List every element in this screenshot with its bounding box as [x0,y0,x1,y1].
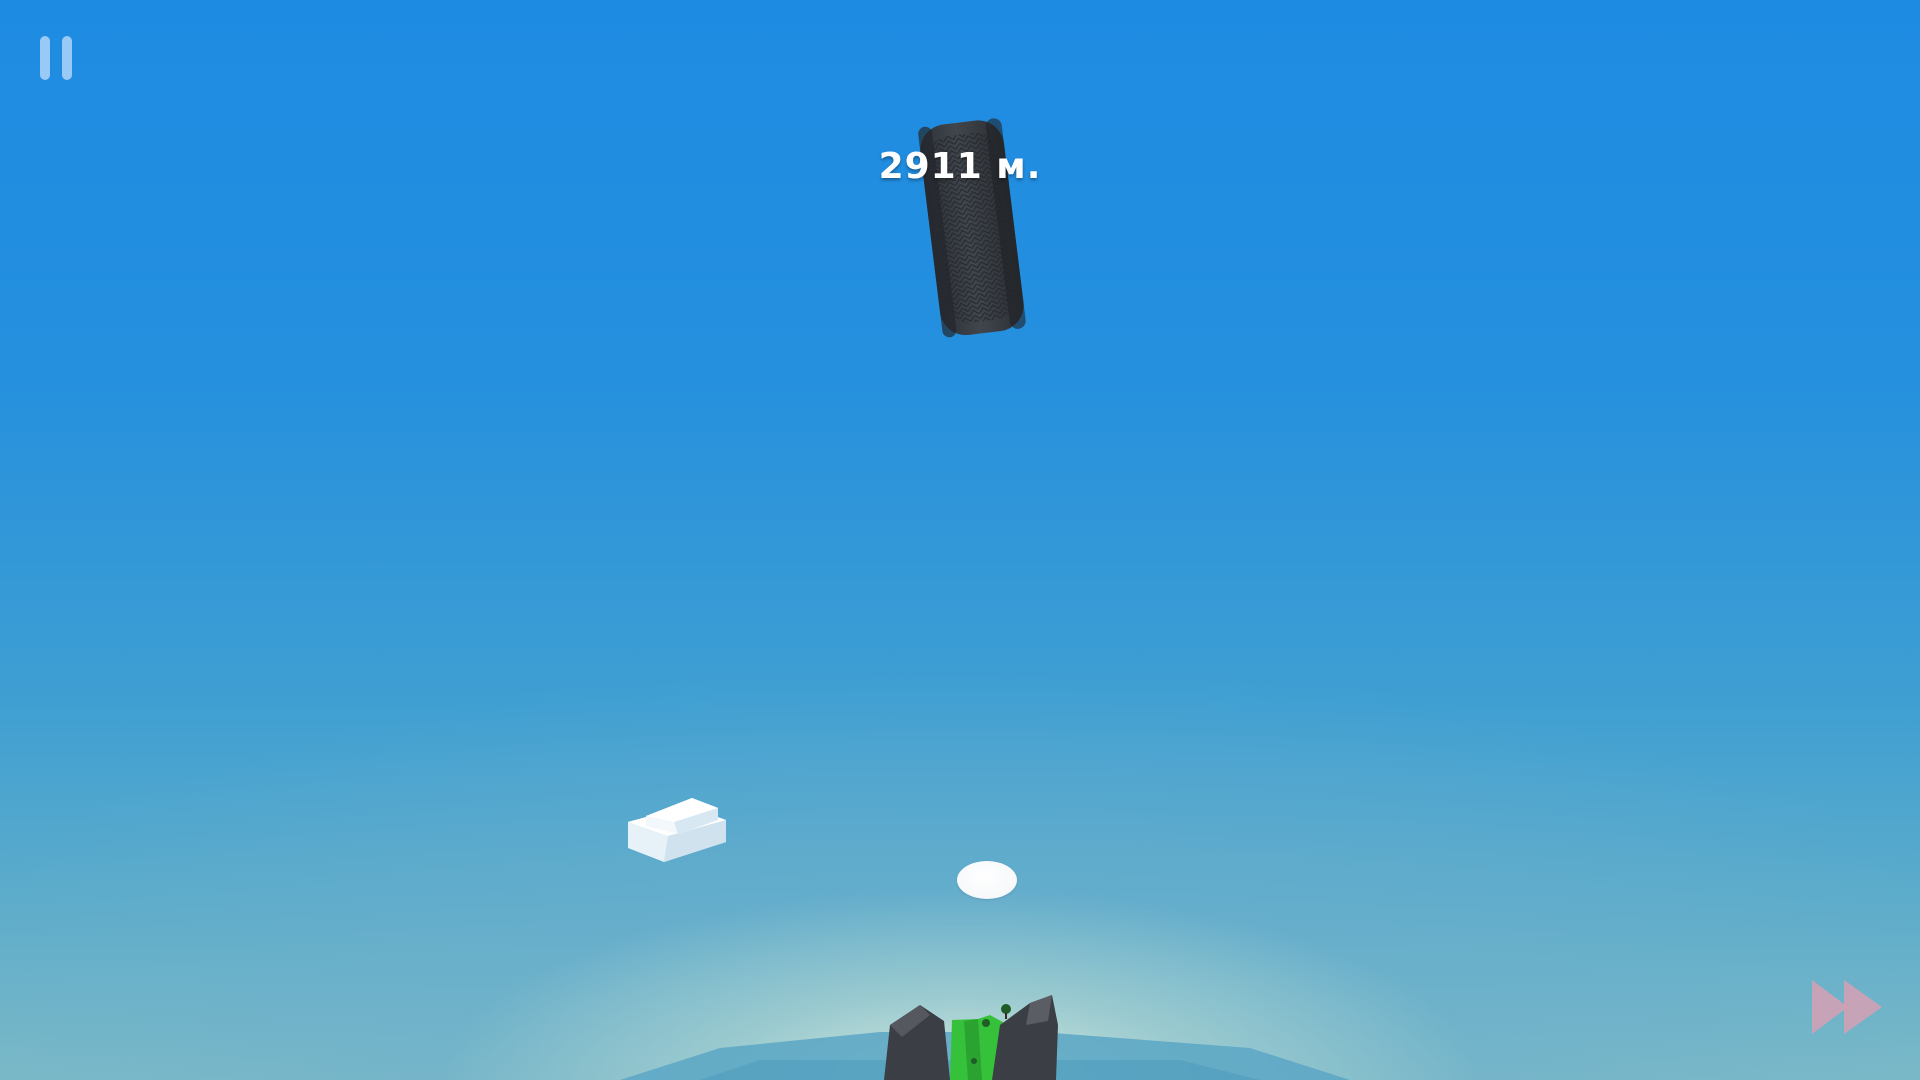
egg-object [957,861,1017,899]
game-scene[interactable]: 2911 м. [0,0,1920,1080]
distance-counter: 2911 м. [878,146,1042,187]
fast-forward-button[interactable] [1808,976,1888,1038]
pause-button[interactable] [36,34,80,84]
fast-forward-icon [1812,980,1882,1034]
rocky-island [884,995,1058,1080]
cloud-block [628,798,726,862]
